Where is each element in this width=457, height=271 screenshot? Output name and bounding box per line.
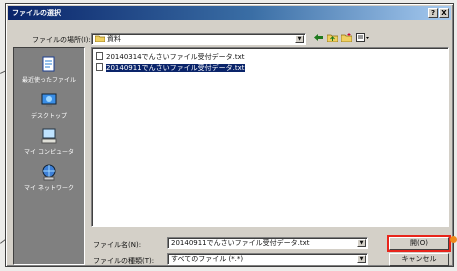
place-label: デスクトップ xyxy=(30,113,67,120)
title-bar: ファイルの選択 ? X xyxy=(8,6,451,20)
filetype-label: ファイルの種類(T): xyxy=(93,257,155,265)
filename-label: ファイル名(N): xyxy=(93,241,142,249)
place-network[interactable]: マイ ネットワーク xyxy=(14,160,84,200)
folder-icon xyxy=(94,35,106,43)
close-button[interactable]: X xyxy=(439,8,449,18)
place-my-computer[interactable]: マイ コンピュータ xyxy=(14,124,84,164)
location-label: ファイルの場所(I): xyxy=(32,36,91,44)
place-recent[interactable]: 最近使ったファイル xyxy=(14,52,84,92)
filename-value: 20140911でんさいファイル受付データ.txt xyxy=(171,239,310,247)
my-computer-icon xyxy=(41,128,57,144)
open-button[interactable]: 開(O) xyxy=(387,235,451,252)
chevron-down-icon[interactable]: ▼ xyxy=(295,35,304,43)
recent-files-icon xyxy=(42,56,55,72)
desktop-icon xyxy=(41,93,57,107)
text-file-icon xyxy=(96,52,103,60)
place-desktop[interactable]: デスクトップ xyxy=(14,88,84,128)
location-value: 資料 xyxy=(107,35,121,43)
file-open-dialog: ファイルの選択 ? X ファイルの場所(I): 資料 ▼ 最近使ったファイル デ… xyxy=(5,3,454,267)
place-label: マイ コンピュータ xyxy=(24,149,74,156)
filetype-value: すべてのファイル (*.*) xyxy=(171,255,244,263)
dialog-title: ファイルの選択 xyxy=(12,9,61,17)
filetype-select[interactable]: すべてのファイル (*.*) ▼ xyxy=(167,253,368,265)
back-icon[interactable] xyxy=(312,33,324,44)
callout-marker xyxy=(450,236,457,243)
text-file-icon xyxy=(96,63,103,71)
place-label: マイ ネットワーク xyxy=(24,185,74,192)
view-menu-icon[interactable] xyxy=(356,33,369,44)
help-button[interactable]: ? xyxy=(428,8,438,18)
up-folder-icon[interactable] xyxy=(326,33,338,44)
places-bar: 最近使ったファイル デスクトップ マイ コンピュータ マイ ネットワーク xyxy=(13,47,85,265)
place-label: 最近使ったファイル xyxy=(21,77,76,84)
location-combo[interactable]: 資料 ▼ xyxy=(91,33,306,45)
chevron-down-icon[interactable]: ▼ xyxy=(357,239,366,247)
cancel-button[interactable]: キャンセル xyxy=(389,253,449,266)
chevron-down-icon[interactable]: ▼ xyxy=(357,255,366,263)
filename-field[interactable]: 20140911でんさいファイル受付データ.txt ▼ xyxy=(167,237,368,249)
file-list[interactable]: 20140314でんさいファイル受付データ.txt 20140911でんさいファ… xyxy=(91,47,449,227)
list-item[interactable]: 20140314でんさいファイル受付データ.txt xyxy=(96,52,247,62)
new-folder-icon[interactable] xyxy=(340,33,352,44)
list-item[interactable]: 20140911でんさいファイル受付データ.txt xyxy=(96,63,247,73)
network-icon xyxy=(42,164,56,181)
